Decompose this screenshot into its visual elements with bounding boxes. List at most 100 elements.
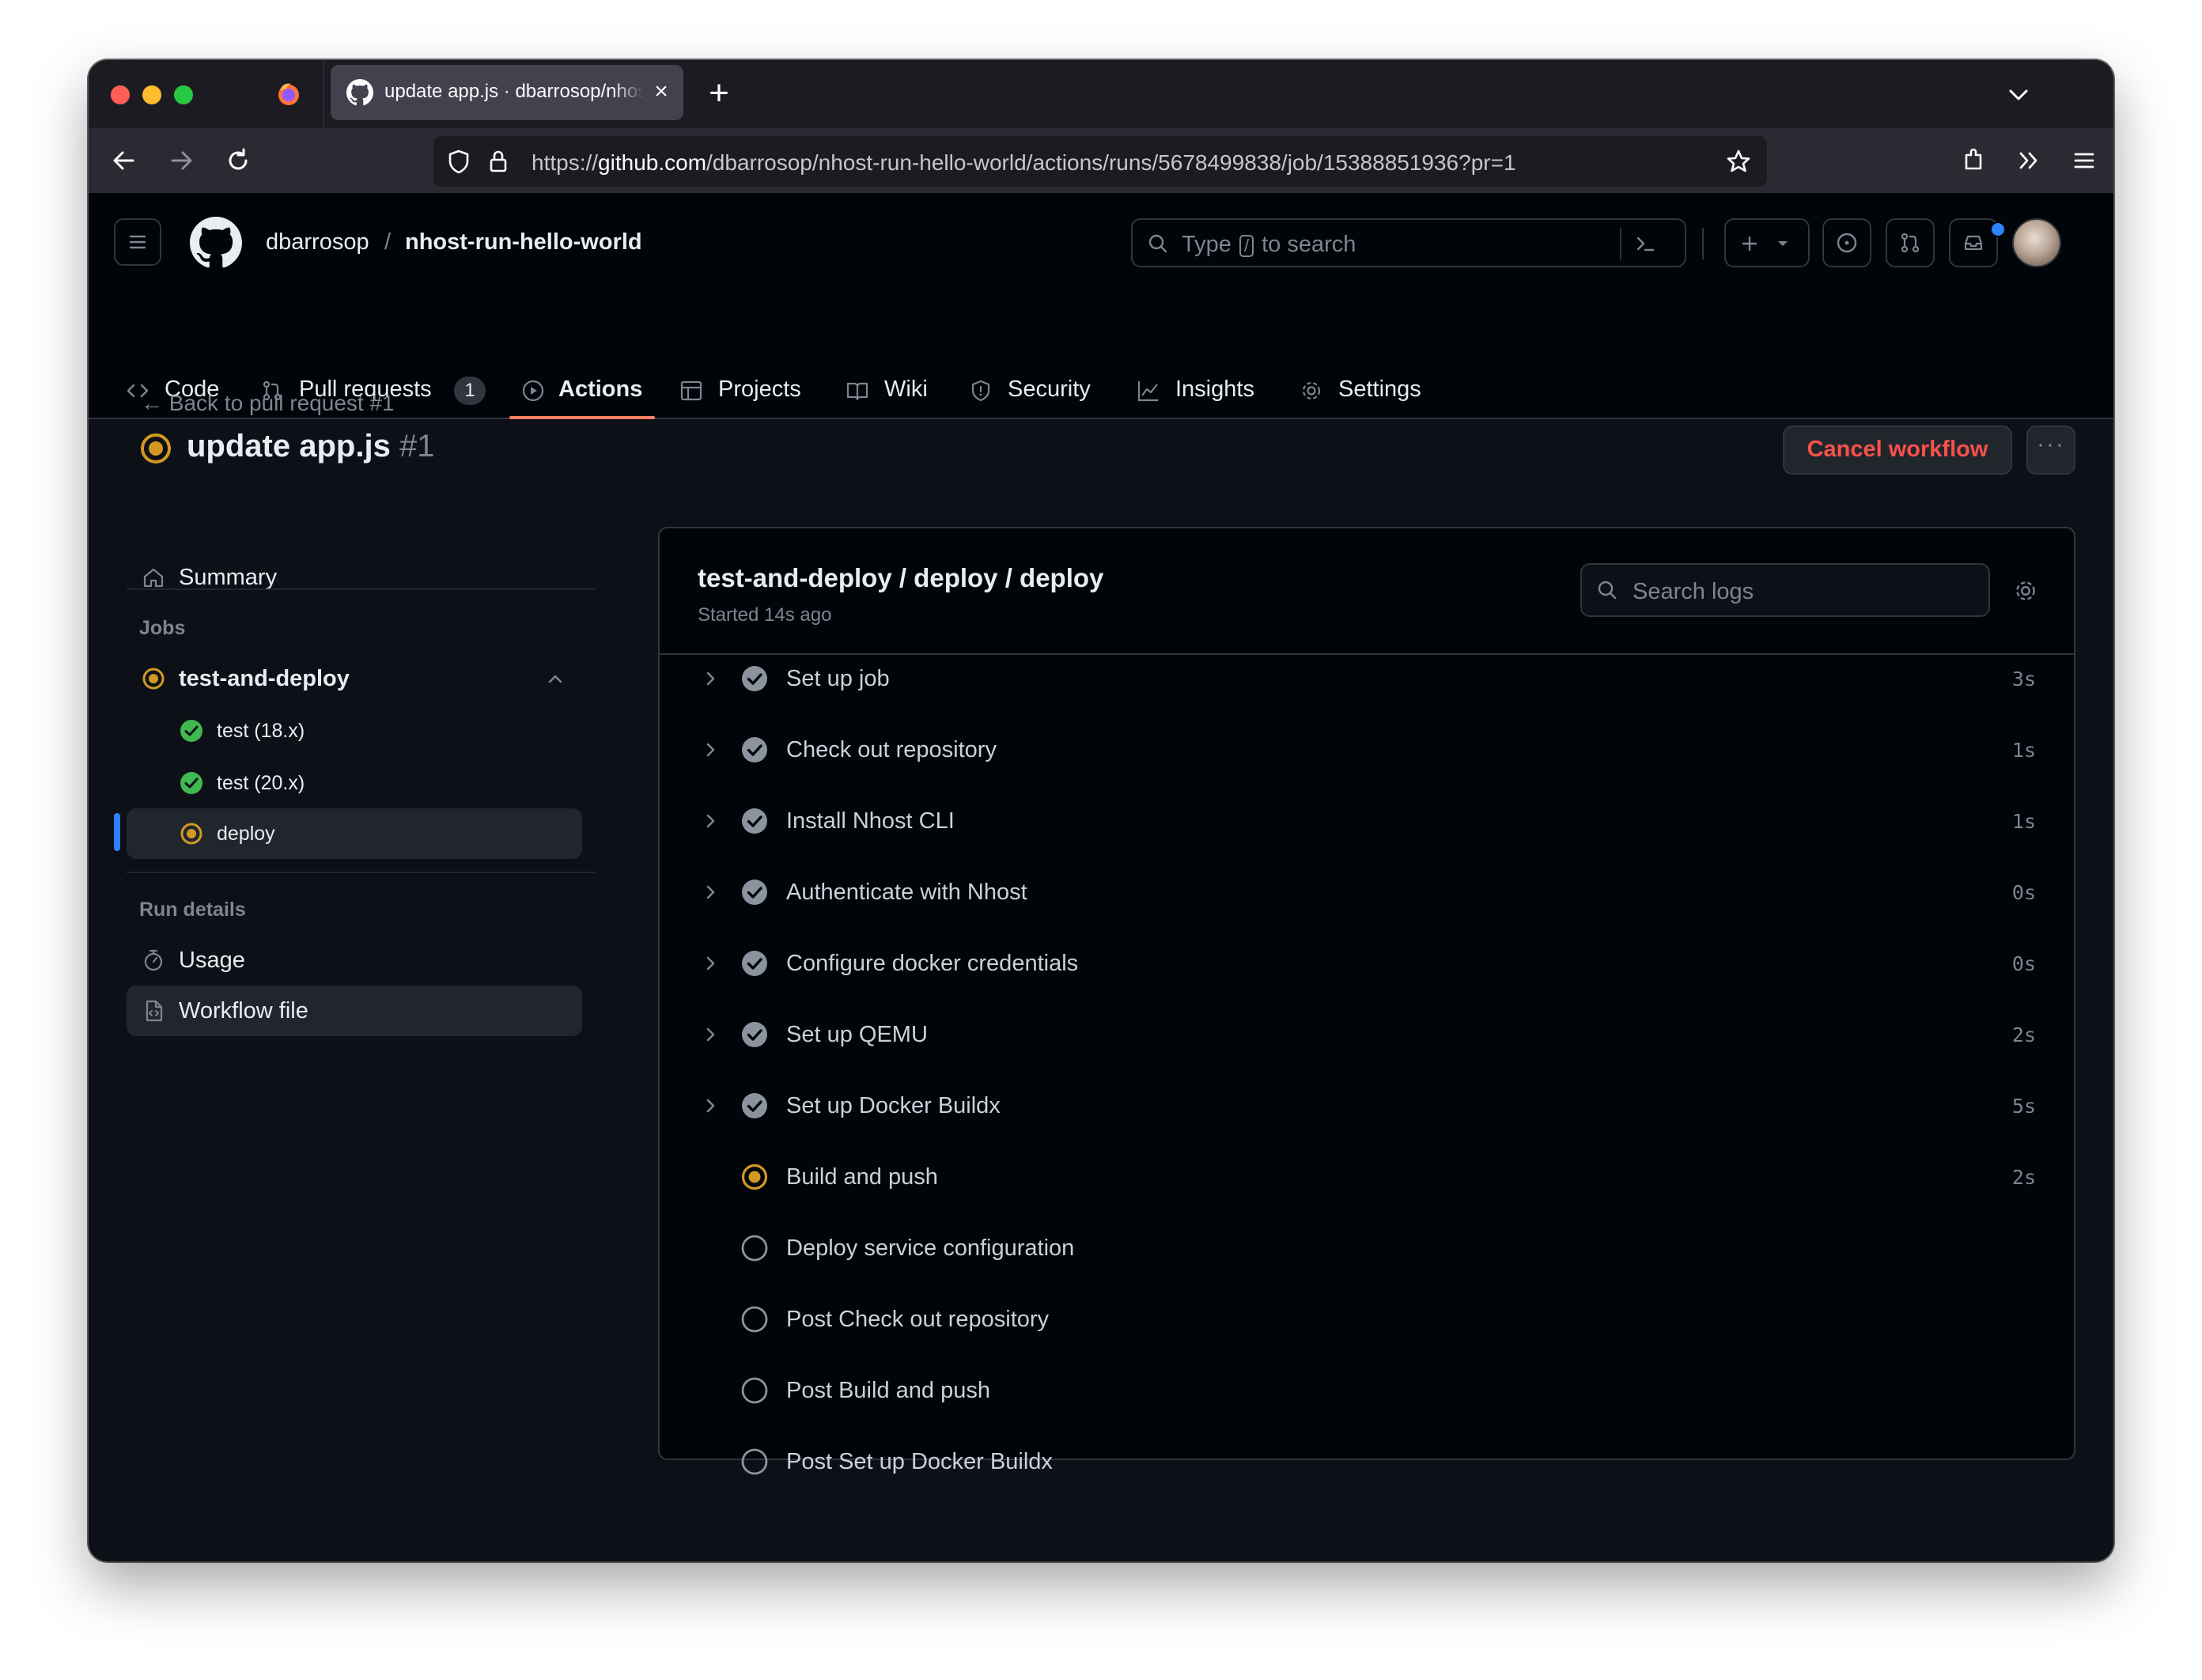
table-icon [680,380,702,401]
create-new-button[interactable] [1724,218,1810,267]
global-nav-menu-button[interactable] [114,218,161,266]
chevron-right-icon[interactable] [699,952,721,974]
gear-icon[interactable] [2012,577,2039,604]
owner-link[interactable]: dbarrosop [266,229,369,255]
job-step-row[interactable]: Set up Docker Buildx 5s [660,1074,2074,1137]
cancel-workflow-button[interactable]: Cancel workflow [1783,426,2012,475]
job-step-row[interactable]: Install Nhost CLI 1s [660,789,2074,853]
job-step-name: Set up QEMU [786,1022,928,1047]
sidebar-job-test-20[interactable]: test (20.x) [127,758,582,808]
job-step-name: Check out repository [786,737,997,762]
back-to-pull-request-link[interactable]: ← Back to pull request #1 [141,391,395,416]
tab-settings[interactable]: Settings [1299,361,1441,419]
search-icon [1148,234,1167,253]
bookmark-star-icon[interactable] [1724,147,1753,176]
issue-opened-icon [1837,233,1857,253]
zoom-window-button[interactable] [174,85,193,104]
job-step-row[interactable]: Post Check out repository [660,1288,2074,1351]
check-circle-fill-icon [742,880,767,905]
list-all-tabs-icon[interactable] [2001,78,2036,112]
command-palette-button[interactable] [1620,228,1666,259]
sidebar-item-workflow-file[interactable]: Workflow file [127,986,582,1036]
job-step-row[interactable]: Check out repository 1s [660,718,2074,781]
new-tab-button[interactable]: + [701,76,737,112]
job-step-row[interactable]: Set up job 3s [660,647,2074,710]
extensions-icon[interactable] [1955,142,1992,179]
sidebar-divider [127,588,595,590]
job-step-row[interactable]: Post Build and push [660,1359,2074,1422]
job-step-row[interactable]: Post Set up Docker Buildx [660,1430,2074,1493]
sidebar-item-usage-label: Usage [179,948,245,973]
job-step-name: Post Build and push [786,1378,990,1403]
job-step-duration: 2s [2011,1024,2036,1046]
job-step-row[interactable]: Authenticate with Nhost 0s [660,861,2074,924]
job-step-name: Set up Docker Buildx [786,1093,1001,1118]
chevron-right-icon[interactable] [699,810,721,832]
kebab-horizontal-icon[interactable]: ··· [2026,426,2075,475]
minimize-window-button[interactable] [142,85,161,104]
tab-actions[interactable]: Actions [520,361,655,419]
tab-security[interactable]: Security [968,361,1103,419]
check-circle-fill-icon [742,808,767,834]
url-text[interactable]: https://github.com/dbarrosop/nhost-run-h… [532,150,1516,176]
tab-wiki[interactable]: Wiki [845,361,940,419]
search-icon [1598,581,1617,600]
run-title: update app.js [187,429,391,464]
terminal-icon [1636,236,1655,252]
arrow-left-icon: ← [141,391,169,415]
pending-circle-icon [741,1235,768,1262]
job-step-row[interactable]: Set up QEMU 2s [660,1003,2074,1066]
github-logo-icon[interactable] [190,217,242,269]
lock-icon[interactable] [484,147,513,176]
back-link-label: Back to pull request #1 [168,391,395,415]
tab-projects[interactable]: Projects [679,361,813,419]
job-step-row[interactable]: Deploy service configuration [660,1216,2074,1280]
more-tools-icon[interactable] [2011,142,2047,179]
play-circle-icon [522,380,544,402]
chevron-right-icon[interactable] [699,1095,721,1117]
chevron-up-icon[interactable] [544,668,566,690]
check-circle-fill-icon [180,772,202,794]
chevron-right-icon[interactable] [699,1024,721,1046]
job-step-row[interactable]: Configure docker credentials 0s [660,932,2074,995]
sidebar-job-test-18[interactable]: test (18.x) [127,706,582,756]
check-circle-fill-icon [742,666,767,691]
issues-button[interactable] [1822,218,1871,267]
reload-icon[interactable] [220,142,256,179]
sidebar-item-workflow-file-label: Workflow file [179,998,308,1024]
job-step-name: Authenticate with Nhost [786,880,1027,905]
check-circle-fill-icon [742,951,767,976]
user-avatar[interactable] [2012,218,2061,267]
sidebar-job-deploy[interactable]: deploy [127,808,582,859]
app-menu-icon[interactable] [2066,142,2102,179]
close-window-button[interactable] [111,85,130,104]
file-code-icon [146,1000,163,1022]
search-logs-input[interactable]: Search logs [1580,563,1990,617]
firefox-view-icon[interactable] [275,81,302,108]
global-search-input[interactable]: Type / to search [1131,218,1686,267]
close-tab-icon[interactable]: × [647,78,675,106]
chevron-right-icon[interactable] [699,668,721,690]
breadcrumb-separator: / [384,229,392,255]
chevron-right-icon[interactable] [699,881,721,903]
sidebar-item-usage[interactable]: Usage [127,935,582,986]
sidebar-item-summary[interactable]: Summary [127,552,582,603]
back-arrow-icon[interactable] [106,142,142,179]
check-circle-fill-icon [742,1093,767,1118]
job-step-row[interactable]: Build and push 2s [660,1145,2074,1209]
sidebar-workflow-group[interactable]: test-and-deploy [127,653,582,704]
address-bar[interactable]: https://github.com/dbarrosop/nhost-run-h… [433,136,1767,187]
stopwatch-icon [144,949,163,971]
url-path: /dbarrosop/nhost-run-hello-world/actions… [706,150,1516,175]
forward-arrow-icon[interactable] [163,142,199,179]
job-step-duration: 0s [2011,881,2036,904]
pull-requests-button[interactable] [1886,218,1935,267]
tab-insights[interactable]: Insights [1136,361,1270,419]
active-tab[interactable]: update app.js · dbarrosop/nhost-run-hell… [331,65,683,120]
search-placeholder: Type / to search [1182,232,1356,258]
tab-wiki-label: Wiki [884,376,928,402]
repo-link[interactable]: nhost-run-hello-world [405,229,642,255]
tracking-shield-icon[interactable] [445,147,473,176]
job-label: test (18.x) [217,720,305,742]
chevron-right-icon[interactable] [699,739,721,761]
